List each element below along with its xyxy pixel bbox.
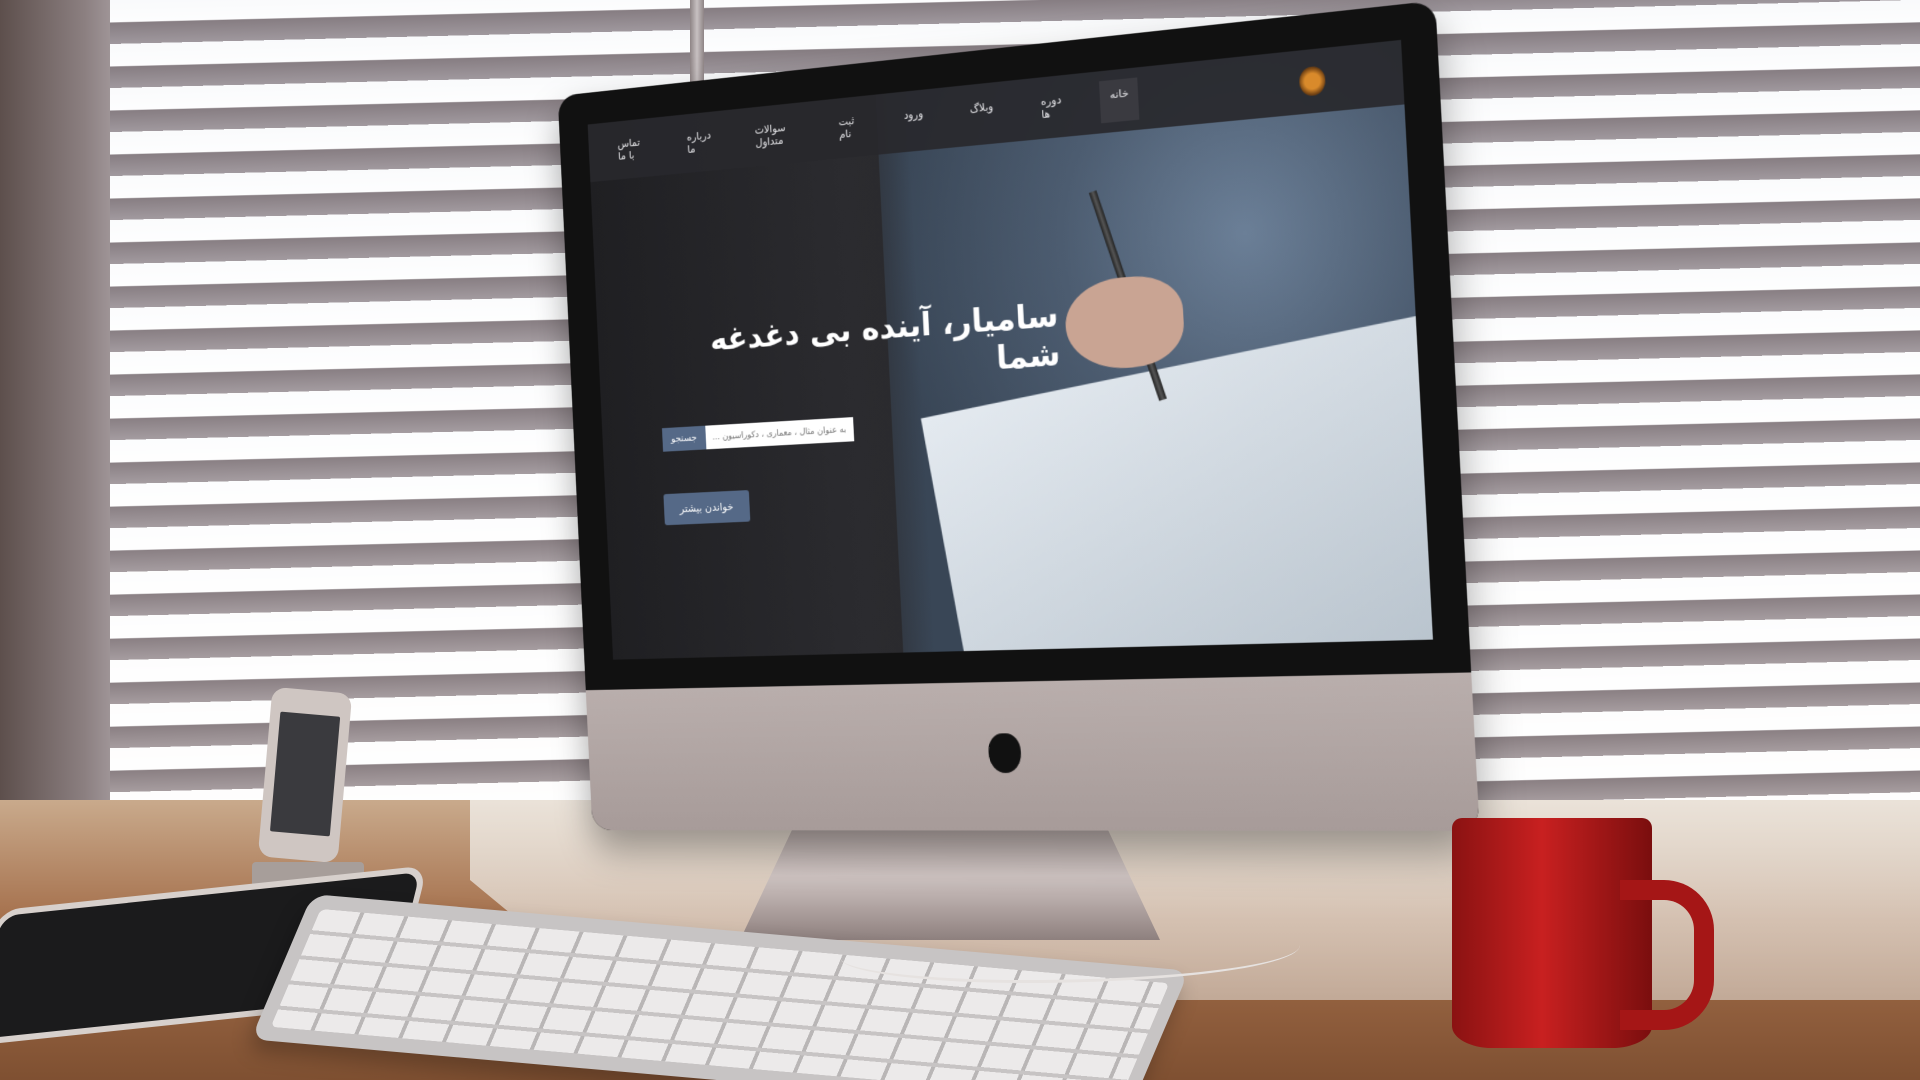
read-more-button[interactable]: خواندن بیشتر [663,490,750,526]
nav-item-login[interactable]: ورود [894,99,934,144]
imac: خانه دوره ها وبلاگ ورود ثبت نام سوالات م… [557,0,1480,831]
nav-item-register[interactable]: ثبت نام [829,105,869,149]
nav-item-courses[interactable]: دوره ها [1030,84,1072,130]
room-scene: خانه دوره ها وبلاگ ورود ثبت نام سوالات م… [0,0,1920,1080]
nav-item-contact[interactable]: تماس با ما [608,127,653,171]
search-button[interactable]: جستجو [661,425,707,452]
nav-item-blog[interactable]: وبلاگ [960,91,1004,137]
apple-logo-icon [987,733,1022,774]
iphone [257,686,353,864]
iphone-screen [269,711,341,837]
imac-screen: خانه دوره ها وبلاگ ورود ثبت نام سوالات م… [587,39,1433,660]
red-mug-handle [1620,880,1714,1030]
imac-chin [585,672,1480,831]
nav-item-about[interactable]: درباره ما [677,120,720,164]
site-logo-icon[interactable] [1299,65,1326,97]
nav-item-home[interactable]: خانه [1099,77,1140,124]
nav-item-faq[interactable]: سوالات متداول [745,112,804,158]
